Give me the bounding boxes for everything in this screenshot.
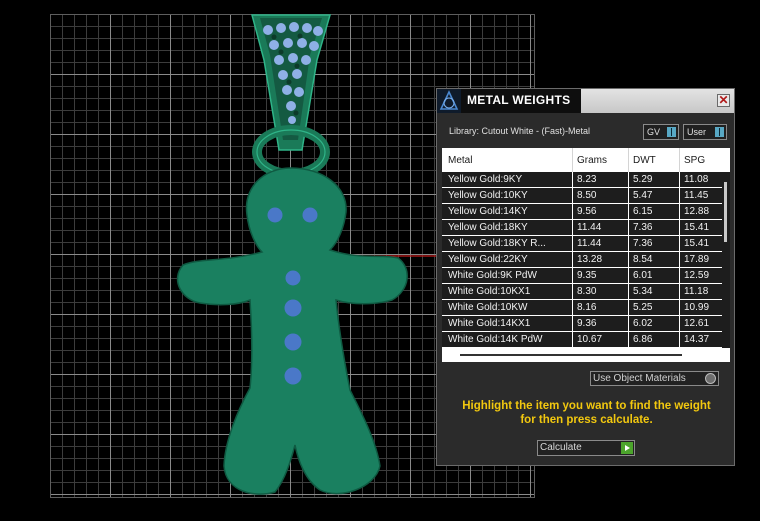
instruction-text: Highlight the item you want to find the … bbox=[437, 399, 736, 427]
library-label: Library: Cutout White - (Fast)-Metal bbox=[449, 126, 591, 136]
user-select-value: User bbox=[687, 127, 707, 137]
instruction-line-2: for then press calculate. bbox=[520, 414, 653, 426]
cell-grams: 11.44 bbox=[577, 222, 602, 233]
cell-metal: White Gold:14KX1 bbox=[448, 318, 531, 329]
gv-select[interactable]: GV bbox=[643, 124, 679, 140]
cell-dwt: 7.36 bbox=[633, 222, 653, 233]
cell-metal: Yellow Gold:10KY bbox=[448, 190, 528, 201]
cell-metal: Yellow Gold:18KY bbox=[448, 222, 528, 233]
cell-grams: 8.30 bbox=[577, 286, 597, 297]
vertical-scroll-thumb[interactable] bbox=[724, 182, 727, 242]
col-header-dwt[interactable]: DWT bbox=[633, 155, 656, 166]
use-object-materials-label: Use Object Materials bbox=[593, 373, 686, 384]
table-row[interactable]: White Gold:10KW 8.16 5.25 10.99 bbox=[442, 300, 722, 315]
cell-metal: Yellow Gold:14KY bbox=[448, 206, 528, 217]
dialog-titlebar[interactable]: METAL WEIGHTS ✕ bbox=[437, 89, 734, 113]
vertical-scrollbar[interactable] bbox=[722, 172, 730, 348]
gingerbread-body bbox=[176, 167, 408, 495]
table-row[interactable]: White Gold:14K PdW 10.67 6.86 14.37 bbox=[442, 332, 722, 347]
cell-grams: 10.67 bbox=[577, 334, 603, 345]
table-row[interactable]: Yellow Gold:14KY 9.56 6.15 12.88 bbox=[442, 204, 722, 219]
cell-dwt: 5.29 bbox=[633, 174, 653, 185]
horizontal-scrollbar[interactable] bbox=[442, 348, 730, 362]
cell-grams: 9.56 bbox=[577, 206, 597, 217]
cell-metal: White Gold:10KW bbox=[448, 302, 528, 313]
use-object-materials-option[interactable]: Use Object Materials bbox=[590, 371, 719, 386]
cell-metal: White Gold:10KX1 bbox=[448, 286, 531, 297]
instruction-line-1: Highlight the item you want to find the … bbox=[462, 400, 711, 412]
cell-grams: 9.36 bbox=[577, 318, 597, 329]
col-header-grams[interactable]: Grams bbox=[577, 155, 607, 166]
cell-dwt: 8.54 bbox=[633, 254, 653, 265]
cell-metal: White Gold:9K PdW bbox=[448, 270, 537, 281]
cell-grams: 11.44 bbox=[577, 238, 602, 249]
table-row[interactable]: White Gold:10KX1 8.30 5.34 11.18 bbox=[442, 284, 722, 299]
dropdown-arrow-icon bbox=[715, 127, 724, 137]
cell-dwt: 5.47 bbox=[633, 190, 653, 201]
cell-dwt: 6.01 bbox=[633, 270, 653, 281]
close-icon[interactable]: ✕ bbox=[717, 94, 730, 107]
cell-dwt: 7.36 bbox=[633, 238, 653, 249]
cell-grams: 8.23 bbox=[577, 174, 597, 185]
user-select[interactable]: User bbox=[683, 124, 727, 140]
table-row[interactable]: White Gold:14KX1 9.36 6.02 12.61 bbox=[442, 316, 722, 331]
cell-dwt: 6.02 bbox=[633, 318, 653, 329]
cell-dwt: 6.86 bbox=[633, 334, 653, 345]
cell-dwt: 5.34 bbox=[633, 286, 653, 297]
dialog-title: METAL WEIGHTS bbox=[467, 93, 571, 107]
cell-metal: White Gold:14K PdW bbox=[448, 334, 543, 345]
metal-weights-table[interactable]: Metal Grams DWT SPG Yellow Gold:9KY 8.23 5… bbox=[442, 148, 730, 362]
table-row[interactable]: Yellow Gold:18KY 11.44 7.36 15.41 bbox=[442, 220, 722, 235]
col-header-metal[interactable]: Metal bbox=[448, 155, 472, 166]
cell-grams: 8.16 bbox=[577, 302, 597, 313]
table-row[interactable]: Yellow Gold:10KY 8.50 5.47 11.45 bbox=[442, 188, 722, 203]
play-arrow-icon bbox=[621, 442, 633, 454]
metal-weights-dialog: METAL WEIGHTS ✕ Library: Cutout White - … bbox=[436, 88, 735, 466]
radio-button-icon[interactable] bbox=[705, 373, 716, 384]
cell-dwt: 6.15 bbox=[633, 206, 653, 217]
col-header-spg[interactable]: SPG bbox=[684, 155, 705, 166]
cell-metal: Yellow Gold:18KY R... bbox=[448, 238, 546, 249]
cell-dwt: 5.25 bbox=[633, 302, 653, 313]
gv-select-value: GV bbox=[647, 127, 661, 137]
cell-metal: Yellow Gold:22KY bbox=[448, 254, 528, 265]
horizontal-scroll-thumb[interactable] bbox=[460, 354, 682, 356]
table-header: Metal Grams DWT SPG bbox=[442, 148, 730, 348]
calculate-button[interactable]: Calculate bbox=[537, 440, 635, 456]
app-logo-icon bbox=[437, 89, 461, 113]
calculate-label: Calculate bbox=[540, 442, 582, 453]
cell-grams: 9.35 bbox=[577, 270, 597, 281]
table-row[interactable]: White Gold:9K PdW 9.35 6.01 12.59 bbox=[442, 268, 722, 283]
cell-grams: 8.50 bbox=[577, 190, 597, 201]
cell-metal: Yellow Gold:9KY bbox=[448, 174, 523, 185]
table-row[interactable]: Yellow Gold:22KY 13.28 8.54 17.89 bbox=[442, 252, 722, 267]
dropdown-arrow-icon bbox=[667, 127, 676, 137]
table-row[interactable]: Yellow Gold:9KY 8.23 5.29 11.08 bbox=[442, 172, 722, 187]
table-row[interactable]: Yellow Gold:18KY R... 11.44 7.36 15.41 bbox=[442, 236, 722, 251]
cell-grams: 13.28 bbox=[577, 254, 603, 265]
